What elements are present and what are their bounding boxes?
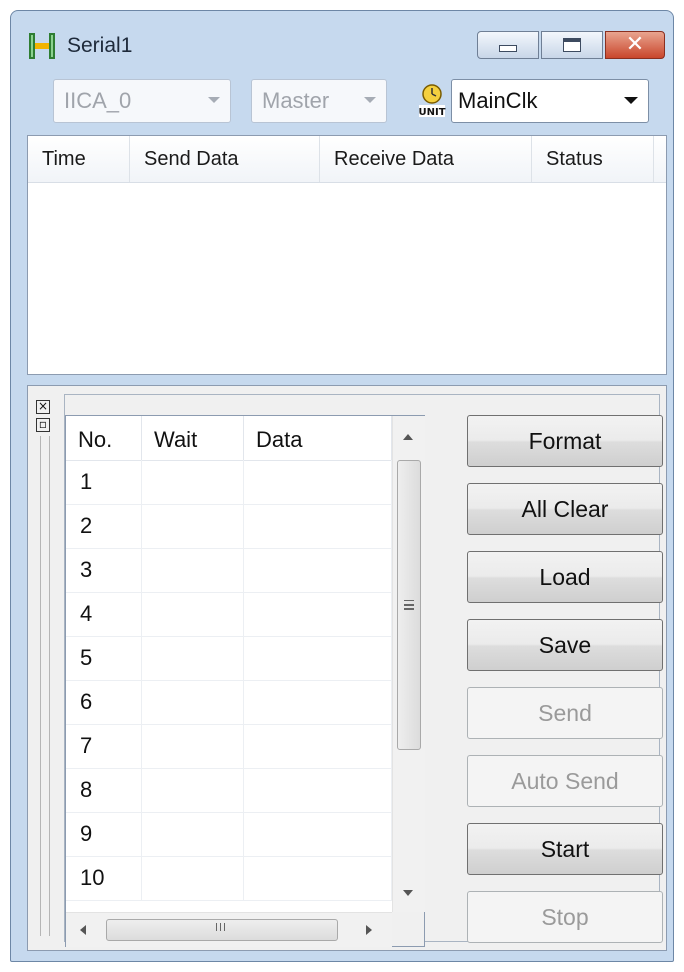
table-row[interactable]: 10: [66, 856, 392, 901]
cell-data[interactable]: [244, 724, 392, 768]
scroll-corner: [392, 912, 424, 946]
cell-data[interactable]: [244, 592, 392, 636]
panel-float-icon[interactable]: ▫: [36, 418, 50, 432]
table-row[interactable]: 9: [66, 812, 392, 857]
minimize-button[interactable]: [477, 31, 539, 59]
cell-data[interactable]: [244, 768, 392, 812]
scroll-up-icon[interactable]: [403, 434, 413, 440]
panel-close-icon[interactable]: ×: [36, 400, 50, 414]
cell-wait[interactable]: [142, 724, 244, 768]
cell-wait[interactable]: [142, 812, 244, 856]
communication-log[interactable]: Time Send Data Receive Data Status: [27, 135, 667, 375]
cell-no[interactable]: 1: [66, 460, 142, 504]
vertical-scrollbar[interactable]: [392, 416, 425, 912]
close-button[interactable]: ✕: [605, 31, 665, 59]
all-clear-button[interactable]: All Clear: [467, 483, 663, 535]
table-row[interactable]: 3: [66, 548, 392, 593]
grid-header: No. Wait Data: [66, 416, 392, 461]
table-row[interactable]: 4: [66, 592, 392, 637]
column-receive-data[interactable]: Receive Data: [320, 136, 532, 182]
cell-data[interactable]: [244, 812, 392, 856]
cell-data[interactable]: [244, 460, 392, 504]
cell-data[interactable]: [244, 636, 392, 680]
unit-clock-icon: UNIT: [418, 84, 446, 118]
column-data[interactable]: Data: [244, 416, 392, 460]
cell-no[interactable]: 2: [66, 504, 142, 548]
cell-no[interactable]: 7: [66, 724, 142, 768]
window-title: Serial1: [67, 34, 133, 57]
cell-wait[interactable]: [142, 856, 244, 900]
save-button[interactable]: Save: [467, 619, 663, 671]
column-no[interactable]: No.: [66, 416, 142, 460]
table-row[interactable]: 6: [66, 680, 392, 725]
cell-wait[interactable]: [142, 460, 244, 504]
table-row[interactable]: 2: [66, 504, 392, 549]
stop-button[interactable]: Stop: [467, 891, 663, 943]
table-row[interactable]: 1: [66, 460, 392, 505]
mode-select[interactable]: Master: [251, 79, 387, 123]
grip-icon: [216, 923, 217, 931]
format-button[interactable]: Format: [467, 415, 663, 467]
chevron-down-icon: [208, 97, 220, 103]
table-row[interactable]: 7: [66, 724, 392, 769]
start-button[interactable]: Start: [467, 823, 663, 875]
vertical-scroll-thumb[interactable]: [397, 460, 421, 750]
grip-icon: [404, 600, 414, 602]
column-send-data[interactable]: Send Data: [130, 136, 320, 182]
cell-wait[interactable]: [142, 636, 244, 680]
cell-wait[interactable]: [142, 768, 244, 812]
clock-value: MainClk: [458, 88, 538, 113]
scroll-down-icon[interactable]: [403, 890, 413, 896]
cell-data[interactable]: [244, 856, 392, 900]
table-row[interactable]: 8: [66, 768, 392, 813]
table-row[interactable]: 5: [66, 636, 392, 681]
cell-no[interactable]: 9: [66, 812, 142, 856]
toolbar: IICA_0 Master UNIT MainClk: [19, 77, 665, 133]
cell-data[interactable]: [244, 548, 392, 592]
mode-value: Master: [262, 88, 330, 113]
chevron-down-icon: [364, 97, 376, 103]
scroll-left-icon[interactable]: [80, 925, 86, 935]
cell-no[interactable]: 8: [66, 768, 142, 812]
send-button[interactable]: Send: [467, 687, 663, 739]
cell-no[interactable]: 3: [66, 548, 142, 592]
channel-value: IICA_0: [64, 88, 132, 113]
cell-data[interactable]: [244, 504, 392, 548]
column-status[interactable]: Status: [532, 136, 654, 182]
scroll-right-icon[interactable]: [366, 925, 372, 935]
serial-window: Serial1 ✕ IICA_0 Master UNIT MainClk Tim…: [10, 10, 674, 962]
channel-select[interactable]: IICA_0: [53, 79, 231, 123]
serial-app-icon: [29, 33, 55, 59]
column-wait[interactable]: Wait: [142, 416, 244, 460]
cell-wait[interactable]: [142, 548, 244, 592]
send-data-grid[interactable]: No. Wait Data 1 2 3 4 5 6 7 8 9 10: [65, 415, 425, 947]
cell-wait[interactable]: [142, 504, 244, 548]
horizontal-scrollbar[interactable]: [66, 912, 392, 947]
cell-wait[interactable]: [142, 592, 244, 636]
cell-no[interactable]: 5: [66, 636, 142, 680]
cell-no[interactable]: 6: [66, 680, 142, 724]
auto-send-button[interactable]: Auto Send: [467, 755, 663, 807]
horizontal-scroll-thumb[interactable]: [106, 919, 338, 941]
title-bar[interactable]: Serial1 ✕: [11, 11, 673, 77]
clock-select[interactable]: MainClk: [451, 79, 649, 123]
minimize-icon: [499, 44, 517, 52]
maximize-button[interactable]: [541, 31, 603, 59]
chevron-down-icon: [624, 97, 638, 104]
cell-no[interactable]: 4: [66, 592, 142, 636]
column-time[interactable]: Time: [28, 136, 130, 182]
cell-wait[interactable]: [142, 680, 244, 724]
maximize-icon: [563, 38, 581, 52]
svg-text:UNIT: UNIT: [418, 107, 445, 118]
load-button[interactable]: Load: [467, 551, 663, 603]
log-header: Time Send Data Receive Data Status: [28, 136, 666, 183]
cell-no[interactable]: 10: [66, 856, 142, 900]
close-icon: ✕: [625, 32, 645, 57]
dock-grip[interactable]: [40, 436, 50, 936]
cell-data[interactable]: [244, 680, 392, 724]
